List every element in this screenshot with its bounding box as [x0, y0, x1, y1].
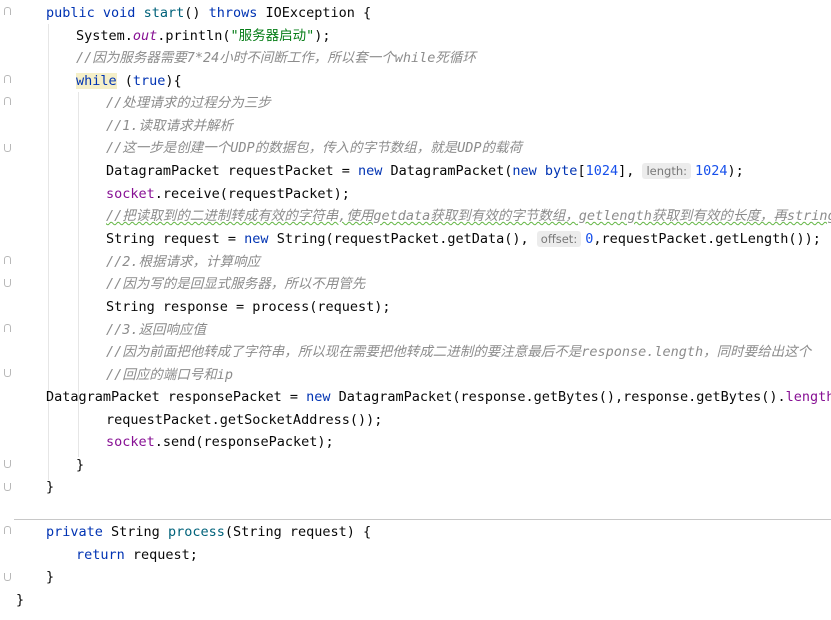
code-close-while[interactable]: } — [76, 455, 84, 475]
fold-marker-icon[interactable] — [4, 324, 11, 332]
code-close-class[interactable]: } — [16, 590, 24, 610]
code-comment-echo[interactable]: //因为写的是回显式服务器，所以不用管先 — [106, 274, 365, 294]
code-line-string-request[interactable]: String request = new String(requestPacke… — [106, 229, 821, 249]
fold-marker-icon[interactable] — [4, 97, 11, 105]
code-comment-loop[interactable]: //因为服务器需要7*24小时不间断工作，所以套一个while死循环 — [76, 48, 476, 68]
code-line-receive[interactable]: socket.receive(requestPacket); — [106, 184, 350, 204]
fold-marker-icon[interactable] — [4, 573, 11, 581]
code-line-return[interactable]: return request; — [76, 545, 198, 565]
code-line-while[interactable]: while (true){ — [76, 71, 182, 91]
method-separator — [14, 519, 831, 520]
code-comment-port[interactable]: //回应的端口号和ip — [106, 365, 233, 385]
code-line-process-call[interactable]: String response = process(request); — [106, 297, 390, 317]
code-line-response-packet[interactable]: DatagramPacket responsePacket = new Data… — [46, 387, 831, 407]
fold-marker-icon[interactable] — [4, 279, 11, 287]
fold-marker-icon[interactable] — [4, 75, 11, 83]
indent-guide — [48, 24, 49, 480]
code-comment-udp[interactable]: //这一步是创建一个UDP的数据包，传入的字节数组，就是UDP的载荷 — [106, 138, 522, 158]
code-line-request-packet[interactable]: DatagramPacket requestPacket = new Datag… — [106, 161, 744, 181]
code-line-method-start[interactable]: public void start() throws IOException { — [46, 3, 371, 23]
fold-marker-icon[interactable] — [4, 369, 11, 377]
code-editor[interactable]: public void start() throws IOException {… — [0, 0, 831, 620]
code-line-process-sig[interactable]: private String process(String request) { — [46, 522, 371, 542]
fold-marker-icon[interactable] — [4, 526, 11, 534]
code-comment-read[interactable]: //1.读取请求并解析 — [106, 116, 233, 136]
code-comment-convert[interactable]: //把读取到的二进制转成有效的字符串,使用getdata获取到有效的字节数组，g… — [106, 206, 831, 226]
code-close-method[interactable]: } — [46, 477, 54, 497]
param-hint-offset: offset: — [536, 231, 582, 247]
editor-gutter — [0, 0, 14, 620]
fold-marker-icon[interactable] — [4, 483, 11, 491]
fold-marker-icon[interactable] — [4, 7, 11, 15]
fold-marker-icon[interactable] — [4, 460, 11, 468]
code-line-println[interactable]: System.out.println("服务器启动"); — [76, 26, 330, 46]
code-comment-respond[interactable]: //2.根据请求，计算响应 — [106, 252, 260, 272]
code-line-socket-address[interactable]: requestPacket.getSocketAddress()); — [106, 410, 382, 430]
code-line-send[interactable]: socket.send(responsePacket); — [106, 432, 334, 452]
fold-marker-icon[interactable] — [4, 256, 11, 264]
code-close-process[interactable]: } — [46, 567, 54, 587]
code-comment-steps[interactable]: //处理请求的过程分为三步 — [106, 93, 271, 113]
param-hint-length: length: — [642, 163, 692, 179]
code-comment-return[interactable]: //3.返回响应值 — [106, 320, 206, 340]
code-comment-length[interactable]: //因为前面把他转成了字符串，所以现在需要把他转成二进制的要注意最后不是resp… — [106, 342, 811, 362]
fold-marker-icon[interactable] — [4, 144, 11, 152]
